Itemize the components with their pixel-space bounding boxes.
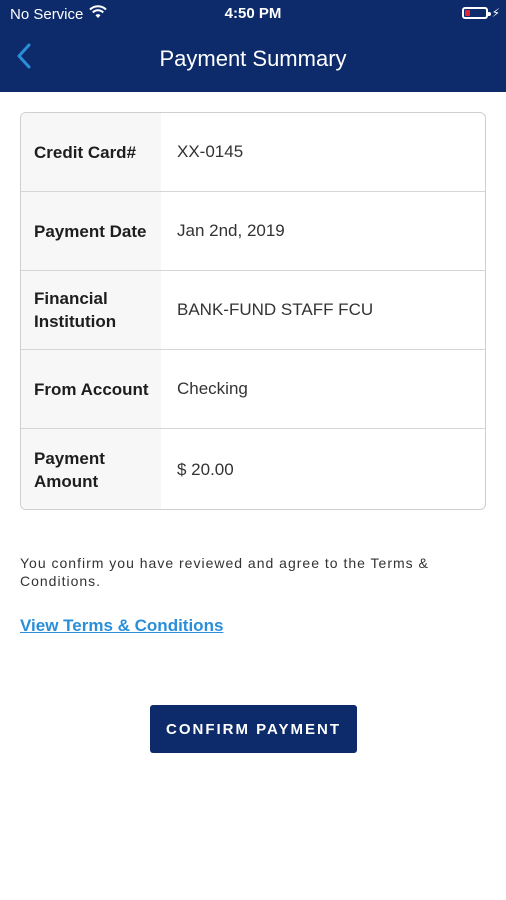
summary-row-credit-card: Credit Card# XX-0145 xyxy=(21,113,485,192)
battery-icon xyxy=(461,7,491,19)
summary-row-financial-institution: Financial Institution BANK-FUND STAFF FC… xyxy=(21,271,485,350)
row-label: Financial Institution xyxy=(21,271,161,349)
status-bar: No Service 4:50 PM ⚡ xyxy=(0,0,506,28)
row-value: XX-0145 xyxy=(177,142,244,161)
page-title: Payment Summary xyxy=(159,46,347,71)
charging-icon: ⚡ xyxy=(491,6,500,20)
row-value: BANK-FUND STAFF FCU xyxy=(177,300,374,319)
row-value: Checking xyxy=(177,379,248,398)
summary-row-payment-date: Payment Date Jan 2nd, 2019 xyxy=(21,192,485,271)
row-value: $ 20.00 xyxy=(177,460,234,479)
confirm-payment-button[interactable]: CONFIRM PAYMENT xyxy=(150,705,357,753)
terms-confirmation-text: You confirm you have reviewed and agree … xyxy=(20,555,429,589)
summary-row-payment-amount: Payment Amount $ 20.00 xyxy=(21,429,485,509)
view-terms-link[interactable]: View Terms & Conditions xyxy=(20,616,223,636)
navigation-bar: Payment Summary xyxy=(0,28,506,92)
summary-row-from-account: From Account Checking xyxy=(21,350,485,429)
row-value: Jan 2nd, 2019 xyxy=(177,221,285,240)
header-bar: No Service 4:50 PM ⚡ Payment Summary xyxy=(0,0,506,92)
status-time: 4:50 PM xyxy=(224,5,282,22)
row-label: Payment Amount xyxy=(21,429,161,509)
payment-summary-table: Credit Card# XX-0145 Payment Date Jan 2n… xyxy=(20,112,486,510)
status-right: ⚡ xyxy=(461,6,500,20)
row-label: From Account xyxy=(21,350,161,428)
row-label: Credit Card# xyxy=(21,113,161,191)
row-label: Payment Date xyxy=(21,192,161,270)
